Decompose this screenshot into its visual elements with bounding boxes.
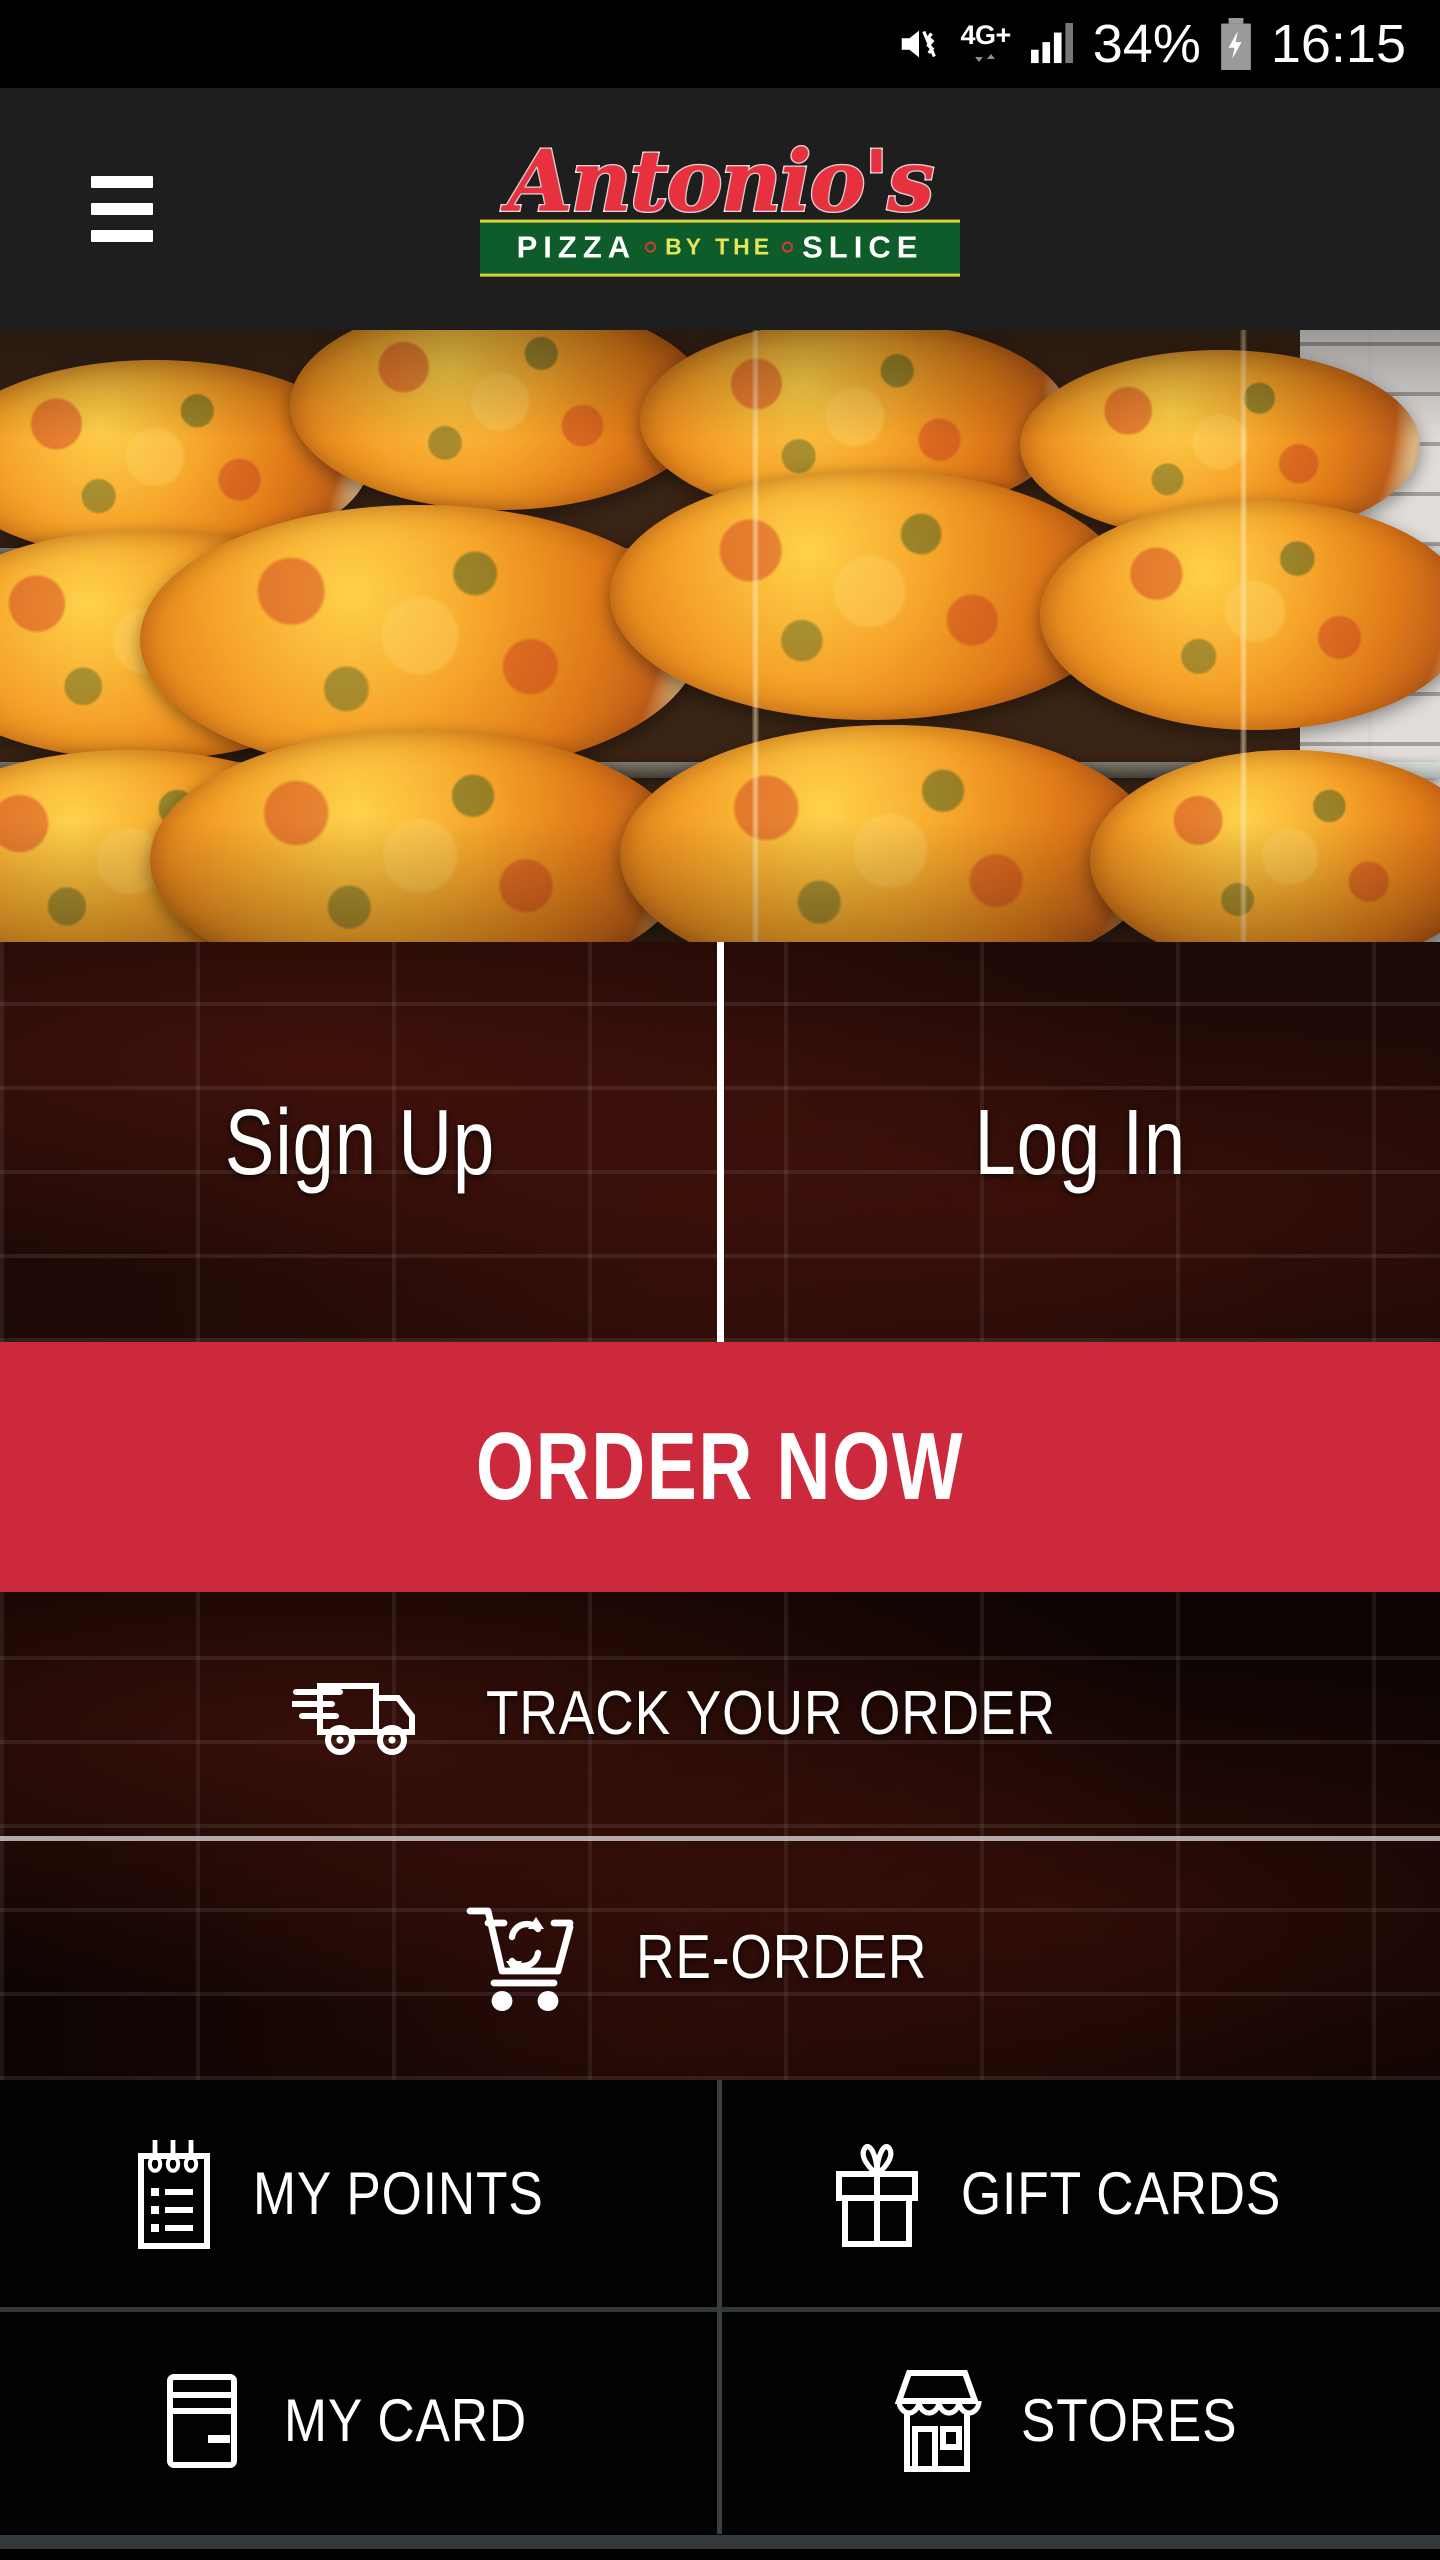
network-type-indicator: 4G+ — [960, 21, 1011, 67]
brand-logo[interactable]: Antonio's PIZZA BY THE SLICE — [480, 131, 960, 277]
auth-row: Sign Up Log In — [0, 942, 1440, 1342]
my-card-tile[interactable]: MY CARD — [0, 2307, 720, 2534]
auth-divider — [717, 942, 724, 1342]
grid-row-top: MY POINTS GIFT CARDS — [0, 2080, 1440, 2307]
track-your-order-row[interactable]: TRACK YOUR ORDER — [0, 1592, 1440, 1836]
stores-tile[interactable]: STORES — [720, 2307, 1440, 2534]
log-in-label: Log In — [974, 1089, 1186, 1194]
mute-vibrate-icon — [896, 16, 942, 72]
order-now-button[interactable]: ORDER NOW — [0, 1342, 1440, 1592]
order-now-label: ORDER NOW — [475, 1413, 965, 1520]
battery-charging-icon — [1219, 16, 1253, 72]
bottom-divider-bar — [0, 2535, 1440, 2549]
sign-up-button[interactable]: Sign Up — [0, 942, 720, 1342]
delivery-truck-icon — [291, 1666, 444, 1762]
storefront-icon — [887, 2365, 987, 2477]
my-card-label: MY CARD — [283, 2386, 527, 2454]
my-points-tile[interactable]: MY POINTS — [0, 2080, 720, 2307]
logo-banner-slice: SLICE — [802, 229, 924, 265]
hamburger-menu-icon[interactable] — [91, 176, 153, 242]
app-root: 4G+ 34% 16:15 Antonio's PIZZA BY THE SLI… — [0, 0, 1440, 2560]
notepad-points-icon — [129, 2138, 219, 2250]
feature-grid: MY POINTS GIFT CARDS MY CARD STORES — [0, 2080, 1440, 2535]
re-order-label: RE-ORDER — [635, 1923, 927, 1992]
gift-cards-label: GIFT CARDS — [960, 2159, 1282, 2227]
status-bar: 4G+ 34% 16:15 — [0, 0, 1440, 88]
logo-banner-bythe: BY THE — [665, 233, 774, 260]
logo-banner-pizza: PIZZA — [516, 229, 637, 265]
logo-banner-dot-right — [782, 241, 794, 253]
data-transfer-arrows-icon — [974, 50, 995, 65]
re-order-row[interactable]: RE-ORDER — [0, 1836, 1440, 2080]
logo-banner-dot-left — [645, 241, 657, 253]
stores-label: STORES — [1021, 2386, 1238, 2454]
grid-vertical-divider-bottom — [717, 2307, 722, 2534]
credit-card-icon — [154, 2369, 250, 2473]
my-points-label: MY POINTS — [253, 2159, 544, 2227]
gift-cards-tile[interactable]: GIFT CARDS — [720, 2080, 1440, 2307]
log-in-button[interactable]: Log In — [720, 942, 1440, 1342]
track-your-order-label: TRACK YOUR ORDER — [485, 1679, 1056, 1748]
hero-pizza-image — [0, 330, 1440, 942]
battery-percent-label: 34% — [1092, 14, 1201, 74]
clock-label: 16:15 — [1270, 14, 1406, 74]
grid-vertical-divider-top — [717, 2080, 722, 2307]
logo-script-text: Antonio's — [506, 131, 936, 231]
grid-row-bottom: MY CARD STORES — [0, 2307, 1440, 2534]
action-list: TRACK YOUR ORDER RE-ORDER — [0, 1592, 1440, 2080]
app-header: Antonio's PIZZA BY THE SLICE — [0, 88, 1440, 330]
reorder-cart-icon — [466, 1903, 594, 2013]
gift-box-icon — [827, 2140, 927, 2248]
sign-up-label: Sign Up — [224, 1089, 496, 1194]
action-divider — [0, 1836, 1440, 1841]
signal-bars-icon — [1029, 16, 1075, 72]
